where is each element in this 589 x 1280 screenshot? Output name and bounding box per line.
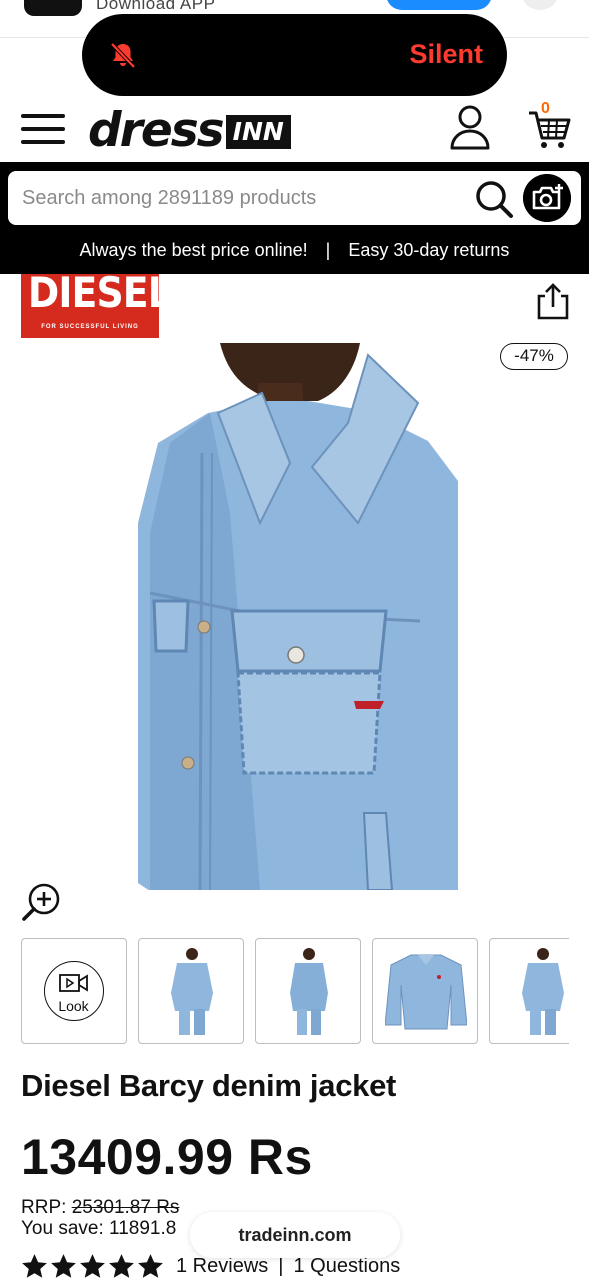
thumbnail-image [171, 948, 213, 1035]
video-camera-icon [59, 974, 88, 992]
thumbnail-image [385, 954, 467, 1030]
logo-main: dress [88, 103, 225, 158]
promo-best-price: Always the best price online! [79, 240, 308, 260]
look-video-button[interactable]: Look [44, 961, 104, 1021]
share-icon[interactable] [536, 282, 570, 320]
thumbnail-back[interactable] [255, 938, 361, 1044]
app-download-label[interactable]: Download APP [96, 0, 215, 14]
app-icon[interactable] [24, 0, 82, 16]
diesel-brand-logo[interactable]: DIESEL FOR SUCCESSFUL LIVING [21, 274, 159, 338]
promo-separator: | [325, 240, 331, 260]
star-icon [22, 1254, 47, 1278]
rrp-value: 25301.87 Rs [71, 1197, 180, 1218]
star-icon [109, 1254, 134, 1278]
you-save-line: You save: 11891.8 [21, 1218, 177, 1239]
discount-badge: -47% [500, 343, 568, 370]
promo-bar: Always the best price online! | Easy 30-da… [0, 240, 589, 261]
rating-separator: | [278, 1255, 284, 1277]
silent-mode-notification: Silent [82, 14, 507, 96]
thumbnail-front[interactable] [138, 938, 244, 1044]
search-input[interactable] [22, 171, 462, 225]
silent-label: Silent [409, 39, 483, 69]
camera-plus-icon[interactable] [523, 174, 571, 222]
app-banner-close-button[interactable] [522, 0, 558, 10]
thumbnail-strip[interactable]: Look [21, 938, 569, 1044]
questions-link[interactable]: 1 Questions [293, 1255, 400, 1278]
look-label: Look [58, 998, 89, 1014]
zoom-in-icon[interactable] [21, 882, 61, 922]
star-icon [138, 1254, 163, 1278]
brand-logo-tagline: FOR SUCCESSFUL LIVING [41, 324, 139, 330]
thumbnail-image [290, 948, 328, 1035]
rating-stars[interactable] [21, 1253, 166, 1280]
rrp-line: RRP: 25301.87 Rs [21, 1197, 179, 1219]
logo-suffix: INN [225, 115, 291, 149]
reviews-link[interactable]: 1 Reviews [176, 1255, 268, 1278]
rrp-label: RRP: [21, 1197, 67, 1218]
site-header: dress INN 0 [0, 96, 589, 162]
thumbnail-image [522, 948, 564, 1035]
star-icon [51, 1254, 76, 1278]
bell-slash-icon [110, 42, 136, 69]
dressinn-logo[interactable]: dress INN [88, 104, 291, 154]
user-icon[interactable] [448, 104, 492, 150]
star-icon [80, 1254, 105, 1278]
promo-returns: Easy 30-day returns [348, 240, 510, 260]
search-box [8, 171, 581, 225]
thumbnail-flat[interactable] [372, 938, 478, 1044]
brand-logo-text: DIESEL [27, 274, 159, 317]
thumbnail-look-video[interactable]: Look [21, 938, 127, 1044]
app-open-button[interactable] [386, 0, 492, 10]
product-title: Diesel Barcy denim jacket [21, 1068, 397, 1103]
product-main-image[interactable] [138, 343, 458, 890]
cart-count-badge: 0 [541, 100, 550, 117]
menu-icon[interactable] [21, 112, 65, 146]
product-price: 13409.99 Rs [21, 1129, 313, 1185]
search-icon[interactable] [474, 179, 514, 219]
thumbnail-model[interactable] [489, 938, 569, 1044]
browser-address-pill[interactable]: tradeinn.com [190, 1212, 400, 1258]
search-band: Always the best price online! | Easy 30-da… [0, 162, 589, 274]
